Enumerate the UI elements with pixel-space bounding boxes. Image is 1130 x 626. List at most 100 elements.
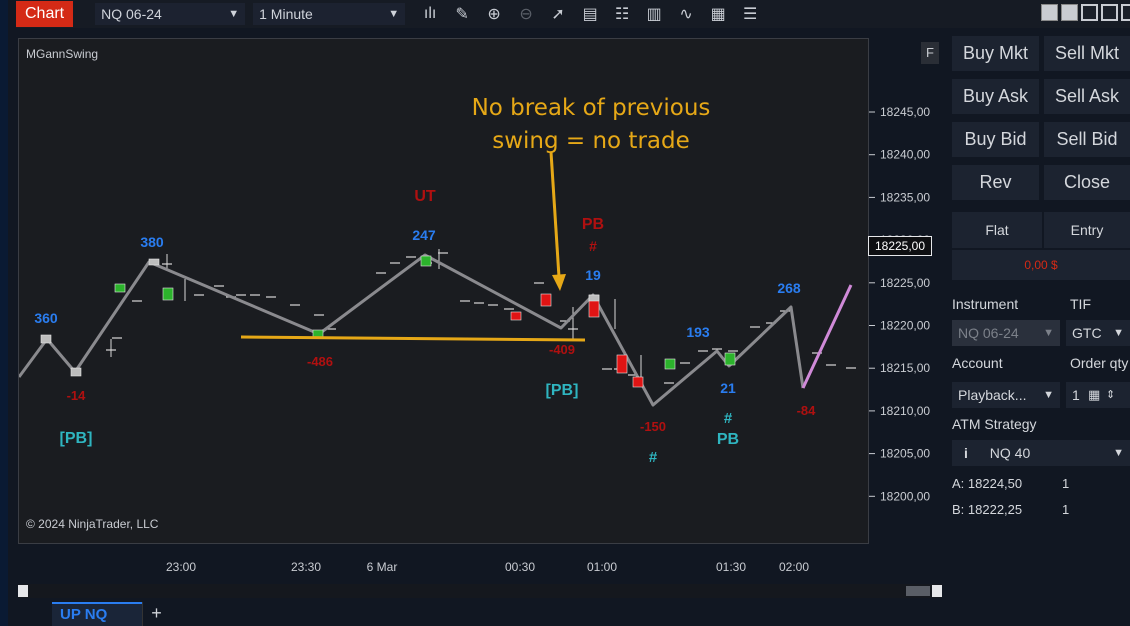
chart-toolbar: Chart NQ 06-24 ▼ 1 Minute ▼ ılı ✎ ⊕ ⊖ ➚ … — [16, 0, 1130, 28]
time-tick-label: 23:30 — [290, 560, 322, 574]
order-qty-input[interactable]: 1 ▦ ⇕ — [1066, 382, 1130, 408]
atm-strategy-select[interactable]: i NQ 40 ▼ — [952, 440, 1130, 466]
properties-icon[interactable]: ☷ — [613, 4, 631, 24]
bar-type-icon[interactable]: ılı — [421, 5, 439, 23]
down-candle — [616, 354, 628, 374]
price-tick-label: 18220,00 — [880, 319, 930, 333]
account-select[interactable]: Playback... ▼ — [952, 382, 1060, 408]
chart-panel[interactable]: MGannSwing © 2024 NinjaTrader, LLC No br… — [18, 38, 942, 544]
swing-label: 19 — [585, 267, 601, 283]
tile-right-icon[interactable] — [1061, 4, 1078, 21]
up-candle — [162, 287, 174, 301]
chart-scrollbar[interactable] — [18, 584, 942, 598]
time-tick-label: 02:00 — [778, 560, 810, 574]
price-tick-label: 18240,00 — [880, 148, 930, 162]
sell-ask-button[interactable]: Sell Ask — [1044, 79, 1130, 114]
instrument-select-value: NQ 06-24 — [958, 325, 1019, 341]
more-icon[interactable]: ☰ — [741, 4, 759, 24]
instrument-selector-value: NQ 06-24 — [101, 6, 162, 22]
current-price-marker: 18225,00 — [868, 236, 932, 256]
neutral-candle — [40, 334, 52, 344]
add-tab-button[interactable]: + — [142, 602, 170, 626]
chevron-down-icon: ▼ — [1043, 389, 1054, 401]
swing-label: -14 — [67, 388, 87, 403]
ask-price: A: 18224,50 — [952, 476, 1023, 491]
time-tick-label: 01:00 — [586, 560, 618, 574]
chevron-down-icon: ▼ — [1043, 327, 1054, 339]
neutral-candle — [148, 258, 160, 266]
pnl-value: 0,00 $ — [952, 250, 1130, 280]
interval-selector[interactable]: 1 Minute ▼ — [253, 3, 406, 25]
instrument-select[interactable]: NQ 06-24 ▼ — [952, 320, 1060, 346]
time-tick-label: 23:00 — [165, 560, 197, 574]
up-candle — [114, 283, 126, 293]
price-plot[interactable]: MGannSwing © 2024 NinjaTrader, LLC No br… — [18, 38, 869, 544]
chevron-down-icon: ▼ — [1113, 327, 1124, 339]
annotation-text-line-1: No break of previous — [472, 95, 711, 121]
buy-ask-button[interactable]: Buy Ask — [952, 79, 1039, 114]
drawing-tool-icon[interactable]: ✎ — [453, 4, 471, 24]
down-candle — [632, 376, 644, 388]
swing-label: -409 — [549, 342, 575, 357]
down-candle — [510, 311, 522, 321]
swing-label: 360 — [34, 310, 58, 326]
interval-selector-value: 1 Minute — [259, 6, 313, 22]
swing-label: # — [589, 238, 597, 254]
instrument-label: Instrument — [952, 296, 1019, 312]
ask-qty: 1 — [1062, 476, 1070, 491]
bid-qty: 1 — [1062, 502, 1070, 517]
annotation-arrow-shaft — [549, 151, 561, 278]
reverse-button[interactable]: Rev — [952, 165, 1039, 200]
swing-label: # — [724, 410, 733, 427]
chart-window: Chart NQ 06-24 ▼ 1 Minute ▼ ılı ✎ ⊕ ⊖ ➚ … — [0, 0, 1130, 626]
price-tick-label: 18235,00 — [880, 190, 930, 204]
stepper-icon[interactable]: ⇕ — [1106, 382, 1115, 408]
scroll-left-arrow[interactable] — [18, 585, 28, 597]
annotation-arrow-head — [552, 274, 566, 291]
close-icon[interactable] — [1121, 4, 1130, 21]
info-icon[interactable]: i — [964, 445, 968, 461]
scroll-right-arrow[interactable] — [932, 585, 942, 597]
tif-select[interactable]: GTC ▼ — [1066, 320, 1130, 346]
instrument-selector[interactable]: NQ 06-24 ▼ — [95, 3, 246, 25]
swing-label: -84 — [797, 403, 817, 418]
swing-label: 21 — [720, 380, 736, 396]
data-box-icon[interactable]: ▤ — [581, 4, 599, 24]
window-controls — [1041, 4, 1130, 21]
swing-label: [PB] — [60, 430, 93, 447]
order-qty-value: 1 — [1072, 387, 1080, 403]
zoom-in-icon[interactable]: ⊕ — [485, 4, 503, 24]
calculator-icon[interactable]: ▦ — [1088, 382, 1100, 408]
sell-market-button[interactable]: Sell Mkt — [1044, 36, 1130, 71]
strategies-icon[interactable]: ▥ — [645, 4, 663, 24]
account-label: Account — [952, 355, 1003, 371]
chart-title-tab[interactable]: Chart — [16, 1, 74, 27]
swing-label: 247 — [412, 227, 436, 243]
minimize-icon[interactable] — [1081, 4, 1098, 21]
indicators-icon[interactable]: ∿ — [677, 4, 695, 24]
swing-label: PB — [582, 216, 604, 233]
pointer-icon[interactable]: ➚ — [549, 4, 567, 24]
support-line — [240, 335, 586, 342]
account-select-value: Playback... — [958, 387, 1027, 403]
bid-price: B: 18222,25 — [952, 502, 1023, 517]
price-tick-label: 18200,00 — [880, 489, 930, 503]
scroll-thumb[interactable] — [906, 586, 930, 596]
position-status: Flat — [952, 212, 1042, 248]
close-position-button[interactable]: Close — [1044, 165, 1130, 200]
time-axis[interactable]: 23:00 23:30 6 Mar 00:30 01:00 01:30 02:00 — [18, 544, 869, 586]
tif-select-value: GTC — [1072, 325, 1102, 341]
templates-icon[interactable]: ▦ — [709, 4, 727, 24]
buy-market-button[interactable]: Buy Mkt — [952, 36, 1039, 71]
sell-bid-button[interactable]: Sell Bid — [1044, 122, 1130, 157]
buy-bid-button[interactable]: Buy Bid — [952, 122, 1039, 157]
zoom-out-icon[interactable]: ⊖ — [517, 4, 535, 24]
price-axis-svg: 18245,0018240,0018235,0018230,0018225,00… — [869, 105, 930, 503]
price-axis[interactable]: 18245,0018240,0018235,0018230,0018225,00… — [869, 38, 942, 544]
swing-label: UT — [414, 188, 436, 205]
tile-left-icon[interactable] — [1041, 4, 1058, 21]
chart-trader-panel: Buy Mkt Sell Mkt Buy Ask Sell Ask Buy Bi… — [948, 30, 1130, 626]
chevron-down-icon: ▼ — [388, 8, 400, 20]
tab-up-nq[interactable]: UP NQ — [52, 602, 142, 626]
maximize-icon[interactable] — [1101, 4, 1118, 21]
